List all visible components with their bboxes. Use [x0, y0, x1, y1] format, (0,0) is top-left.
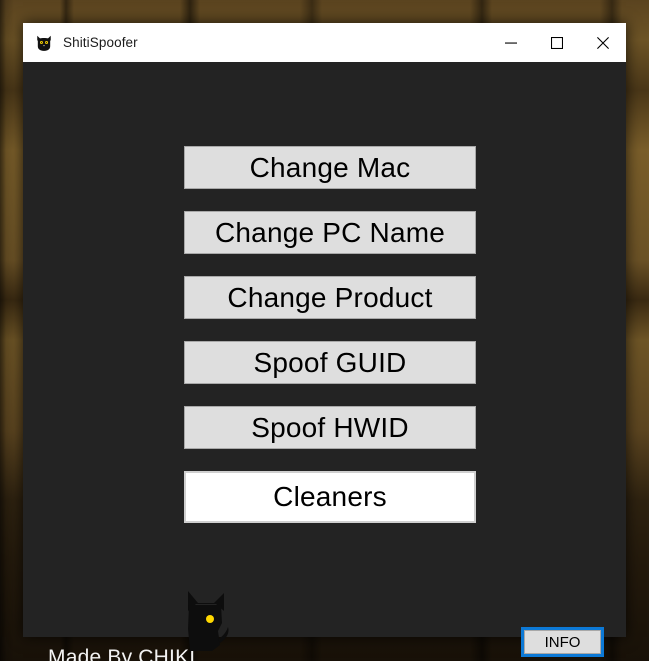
button-label: Cleaners [273, 481, 387, 512]
button-label: Spoof HWID [251, 411, 409, 443]
client-area: Change Mac Change PC Name Change Product… [23, 62, 626, 661]
info-button[interactable]: INFO [521, 627, 604, 657]
change-mac-button[interactable]: Change Mac [184, 146, 476, 189]
title-bar: ShitiSpoofer [23, 23, 626, 62]
window-controls [488, 23, 626, 62]
cat-icon [188, 591, 229, 651]
minimize-icon [505, 42, 517, 44]
cleaners-button[interactable]: Cleaners [184, 471, 476, 523]
close-icon [597, 36, 609, 49]
close-button[interactable] [580, 23, 626, 62]
change-pc-name-button[interactable]: Change PC Name [184, 211, 476, 254]
button-label: Change Mac [249, 151, 411, 183]
button-label: Spoof GUID [253, 346, 407, 378]
spoof-guid-button[interactable]: Spoof GUID [184, 341, 476, 384]
info-button-label: INFO [544, 633, 581, 651]
change-product-button[interactable]: Change Product [184, 276, 476, 319]
cat-icon [37, 35, 51, 51]
application-window: ShitiSpoofer Change Mac Change PC Name C… [23, 23, 626, 661]
spoof-hwid-button[interactable]: Spoof HWID [184, 406, 476, 449]
desktop-wallpaper: ShitiSpoofer Change Mac Change PC Name C… [0, 0, 649, 661]
made-by-credit: Made By CHIKI [48, 646, 196, 661]
button-label: Change Product [227, 281, 433, 313]
button-label: Change PC Name [214, 216, 446, 248]
minimize-button[interactable] [488, 23, 534, 62]
maximize-icon [551, 36, 563, 49]
maximize-button[interactable] [534, 23, 580, 62]
window-title: ShitiSpoofer [63, 35, 138, 50]
